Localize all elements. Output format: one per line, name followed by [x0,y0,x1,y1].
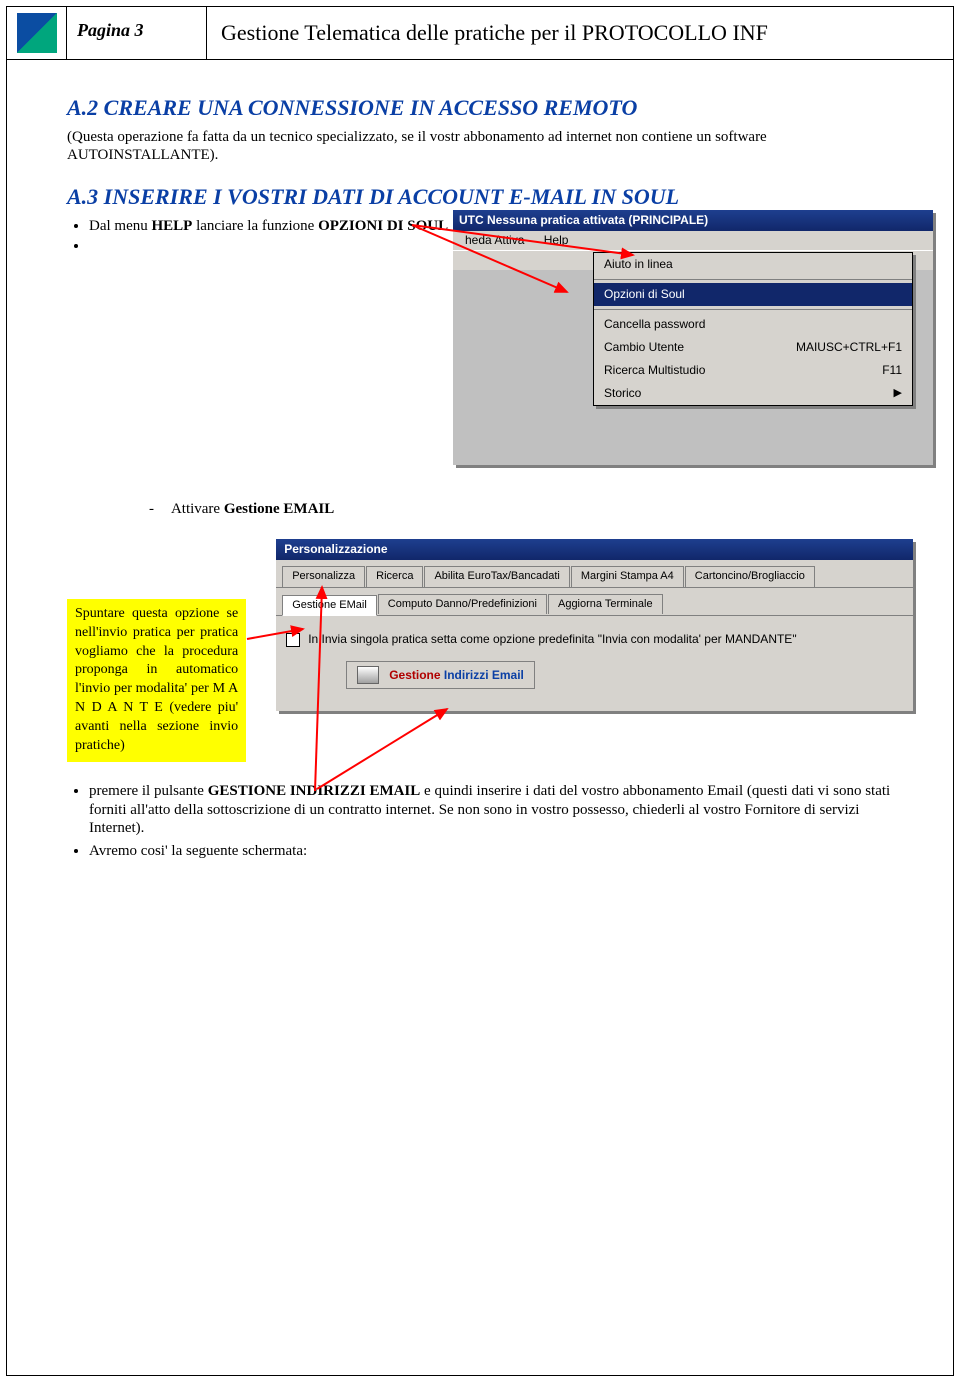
gestione-indirizzi-email-button[interactable]: Gestione Indirizzi Email [346,661,535,689]
section-a2-note: (Questa operazione fa fatta da un tecnic… [67,128,913,166]
tabs-row-1: PersonalizzaRicercaAbilita EuroTax/Banca… [276,560,913,588]
menu-help[interactable]: Help [536,231,577,249]
tab-ricerca[interactable]: Ricerca [366,566,423,587]
step-2: Attivare Gestione EMAIL [149,500,913,519]
tab-margini[interactable]: Margini Stampa A4 [571,566,684,587]
checkbox-mandante-row[interactable]: In Invia singola pratica setta come opzi… [286,632,903,647]
tab-eurotax[interactable]: Abilita EuroTax/Bancadati [424,566,569,587]
logo-cell [7,7,67,59]
tab-computo-danno[interactable]: Computo Danno/Predefinizioni [378,594,547,615]
chevron-right-icon: ▶ [894,387,902,401]
checkbox-icon[interactable] [286,633,300,647]
bottom-bullets: premere il pulsante GESTIONE INDIRIZZI E… [67,782,913,861]
menu-storico-label: Storico [604,386,641,401]
tab-personalizza[interactable]: Personalizza [282,566,365,587]
menu-ricerca-shortcut: F11 [882,363,902,378]
step-2-text: Attivare [171,501,224,517]
tabs-row-2: Gestione EMailComputo Danno/Predefinizio… [276,588,913,617]
menu-cambio-shortcut: MAIUSC+CTRL+F1 [796,340,902,355]
logo-icon [17,13,57,53]
help-dropdown: Aiuto in linea Opzioni di Soul Cancella … [593,252,913,406]
step-1-text-2: lanciare la funzione [192,218,318,234]
menu-cancella-password[interactable]: Cancella password [594,313,912,336]
tab-aggiorna-terminale[interactable]: Aggiorna Terminale [548,594,663,615]
button-label-part1: Gestione [389,668,444,682]
menu-ricerca-multistudio[interactable]: Ricerca Multistudio F11 [594,359,912,382]
section-a2-heading: A.2 CREARE UNA CONNESSIONE IN ACCESSO RE… [67,94,913,122]
section-a3-heading: A.3 INSERIRE I VOSTRI DATI DI ACCOUNT E-… [67,183,913,211]
screenshot-soul-menu: UTC Nessuna pratica attivata (PRINCIPALE… [453,210,933,465]
button-label: Gestione Indirizzi Email [389,668,524,683]
dialog-titlebar: Personalizzazione [276,539,913,560]
step-2-bold: Gestione EMAIL [224,501,334,517]
bottom-1-bold: GESTIONE INDIRIZZI EMAIL [208,783,421,799]
bottom-bullet-1: premere il pulsante GESTIONE INDIRIZZI E… [89,782,913,838]
tab-cartoncino[interactable]: Cartoncino/Brogliaccio [685,566,815,587]
menu-cancella-label: Cancella password [604,317,705,332]
step-1-text: Dal menu [89,218,151,234]
document-title: Gestione Telematica delle pratiche per i… [207,7,953,59]
menu-storico[interactable]: Storico ▶ [594,382,912,405]
bottom-1-text-a: premere il pulsante [89,783,208,799]
screenshot-personalizzazione: Personalizzazione PersonalizzaRicercaAbi… [276,539,913,712]
checkbox-label: In Invia singola pratica setta come opzi… [308,632,796,647]
tab-gestione-email[interactable]: Gestione EMail [282,595,377,617]
menu-cambio-label: Cambio Utente [604,340,684,355]
menu-opzioni-di-soul[interactable]: Opzioni di Soul [594,283,912,306]
menubar: heda Attiva Help [453,231,933,250]
page-header: Pagina 3 Gestione Telematica delle prati… [7,7,953,60]
menu-aiuto-in-linea[interactable]: Aiuto in linea [594,253,912,276]
menu-opzioni-label: Opzioni di Soul [604,287,685,302]
page-number-label: Pagina 3 [67,7,207,59]
step-1-bold-1: HELP [151,218,192,234]
email-icon [357,666,379,684]
button-label-part2: Indirizzi Email [444,668,524,682]
step-1-bold-2: OPZIONI DI SOUL [318,218,448,234]
yellow-callout: Spuntare questa opzione se nell'invio pr… [67,599,246,762]
menu-cambio-utente[interactable]: Cambio Utente MAIUSC+CTRL+F1 [594,336,912,359]
menu-ricerca-label: Ricerca Multistudio [604,363,705,378]
menu-aiuto-label: Aiuto in linea [604,257,673,272]
menu-scheda[interactable]: heda Attiva [457,231,532,249]
window-titlebar: UTC Nessuna pratica attivata (PRINCIPALE… [453,210,933,231]
bottom-bullet-2: Avremo cosi' la seguente schermata: [89,842,913,861]
